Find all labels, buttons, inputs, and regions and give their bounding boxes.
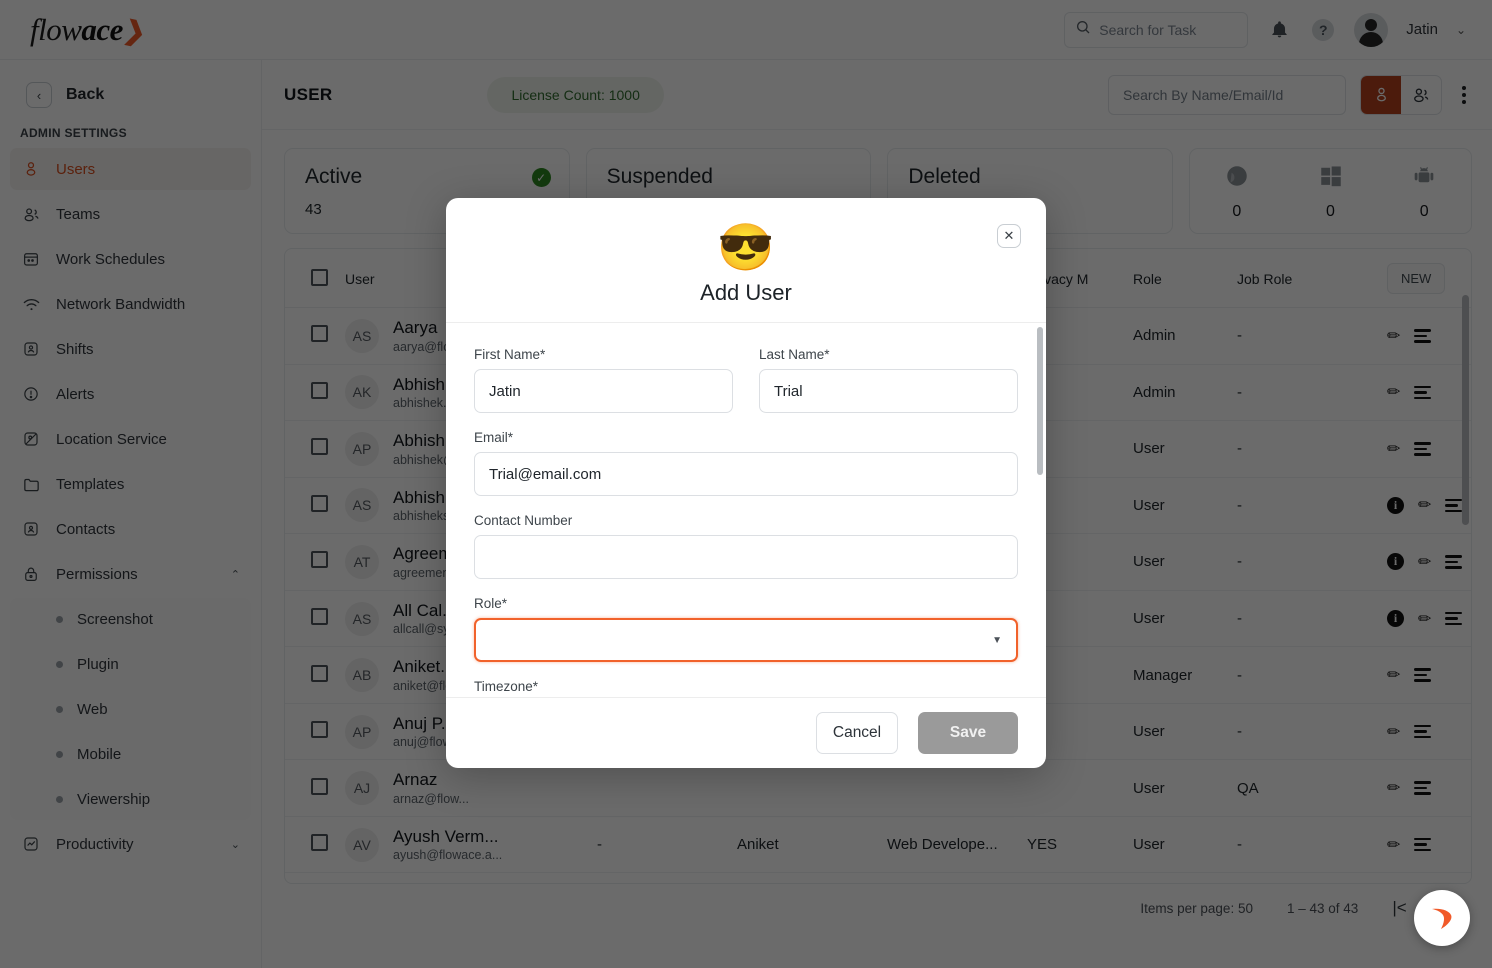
timezone-label: Timezone* — [474, 679, 539, 694]
contact-number-field[interactable] — [474, 535, 1018, 579]
modal-header: 😎 Add User ✕ — [446, 198, 1046, 323]
last-name-field[interactable] — [759, 369, 1018, 413]
modal-body: First Name* Last Name* Email* Contact Nu… — [446, 323, 1046, 697]
modal-title: Add User — [700, 280, 792, 305]
role-group: Role* ▼ — [474, 596, 1018, 662]
role-label: Role* — [474, 596, 508, 611]
email-label: Email* — [474, 430, 514, 445]
close-icon[interactable]: ✕ — [997, 224, 1021, 248]
last-name-label: Last Name* — [759, 347, 830, 362]
cancel-button[interactable]: Cancel — [816, 712, 898, 754]
first-name-field[interactable] — [474, 369, 733, 413]
email-field[interactable] — [474, 452, 1018, 496]
first-name-label: First Name* — [474, 347, 546, 362]
first-name-group: First Name* — [474, 347, 733, 413]
contact-number-label: Contact Number — [474, 513, 573, 528]
timezone-group: Timezone* — [474, 679, 1018, 694]
save-button[interactable]: Save — [918, 712, 1018, 754]
sunglasses-emoji-icon: 😎 — [717, 221, 775, 273]
modal-footer: Cancel Save — [446, 697, 1046, 768]
email-group: Email* — [474, 430, 1018, 496]
add-user-modal: 😎 Add User ✕ First Name* Last Name* Emai… — [446, 198, 1046, 768]
flowace-fab-icon[interactable] — [1414, 890, 1470, 946]
contact-number-group: Contact Number — [474, 513, 1018, 579]
chevron-down-icon: ▼ — [992, 634, 1002, 646]
name-row: First Name* Last Name* — [474, 347, 1018, 430]
role-select[interactable]: ▼ — [474, 618, 1018, 662]
last-name-group: Last Name* — [759, 347, 1018, 413]
modal-scrollbar[interactable] — [1037, 327, 1043, 475]
